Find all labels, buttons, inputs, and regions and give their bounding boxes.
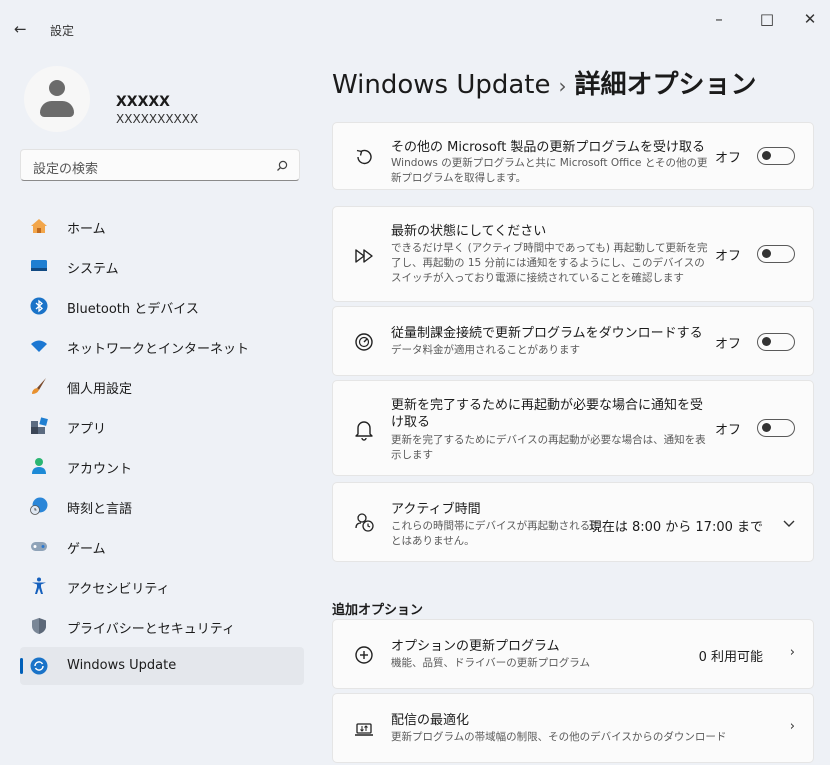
toggle-state-label: オフ — [714, 249, 741, 264]
setting-title: 従量制課金接続で更新プログラムをダウンロードする — [391, 326, 703, 341]
setting-title: 更新を完了するために再起動が必要な場合に通知を受け取る — [391, 398, 704, 430]
chevron-down-icon[interactable] — [783, 520, 795, 528]
setting-up-to-date: 最新の状態にしてください できるだけ早く (アクティブ時間中であっても) 再起動… — [332, 206, 814, 302]
active-hours-icon — [355, 513, 374, 532]
fast-forward-icon — [355, 249, 373, 263]
setting-title: 最新の状態にしてください — [391, 224, 547, 239]
nav-list: ホーム システム Bluetooth とデバイス ネットワークとインターネット — [20, 207, 304, 687]
system-icon — [31, 260, 47, 271]
setting-title: オプションの更新プログラム — [391, 639, 560, 654]
sidebar-item-label: Windows Update — [67, 658, 177, 673]
setting-active-hours[interactable]: アクティブ時間 これらの時間帯にデバイスが再起動されることはありません。 現在は… — [332, 482, 814, 562]
account-icon — [32, 458, 46, 474]
breadcrumb-separator: › — [558, 74, 567, 98]
sidebar-item-label: プライバシーとセキュリティ — [67, 622, 235, 637]
title-bar: ← 設定 – □ ✕ — [0, 0, 830, 52]
sidebar-item-accounts[interactable]: アカウント — [20, 447, 304, 485]
add-circle-icon — [355, 646, 373, 664]
setting-title: その他の Microsoft 製品の更新プログラムを受け取る — [391, 140, 706, 155]
sidebar-item-bluetooth[interactable]: Bluetooth とデバイス — [20, 287, 304, 325]
main-content: Windows Update › 詳細オプション その他の Microsoft 製品… — [332, 52, 818, 765]
sidebar-item-label: 個人用設定 — [67, 382, 133, 397]
optional-updates-card[interactable]: オプションの更新プログラム 機能、品質、ドライバーの更新プログラム 0 利用可能… — [332, 619, 814, 689]
sidebar-item-label: 時刻と言語 — [67, 502, 133, 517]
toggle-state-label: オフ — [714, 337, 741, 352]
section-heading: 追加オプション — [332, 603, 424, 618]
sidebar-item-label: Bluetooth とデバイス — [67, 302, 199, 317]
setting-restart-notify: 更新を完了するために再起動が必要な場合に通知を受け取る 更新を完了するためにデバ… — [332, 380, 814, 476]
apps-icon — [31, 417, 48, 434]
setting-description: 更新を完了するためにデバイスの再起動が必要な場合は、通知を表示します — [391, 434, 706, 461]
available-count: 0 利用可能 — [698, 650, 763, 665]
search-icon — [277, 160, 288, 171]
toggle-state-label: オフ — [714, 151, 741, 166]
sidebar-item-gaming[interactable]: ゲーム — [20, 527, 304, 565]
accessibility-icon — [32, 577, 46, 594]
personalization-icon — [32, 378, 46, 394]
setting-description: 機能、品質、ドライバーの更新プログラム — [391, 657, 590, 669]
windows-update-icon — [30, 657, 48, 675]
setting-title: 配信の最適化 — [391, 713, 470, 728]
sidebar-item-label: システム — [67, 262, 119, 277]
setting-description: 更新プログラムの帯域幅の制限、その他のデバイスからのダウンロード — [391, 731, 727, 743]
gauge-icon — [355, 333, 373, 351]
search-placeholder: 設定の検索 — [33, 162, 99, 177]
sidebar-item-accessibility[interactable]: アクセシビリティ — [20, 567, 304, 605]
close-button[interactable]: ✕ — [795, 10, 825, 28]
delivery-optimization-icon — [355, 723, 373, 736]
back-arrow-icon[interactable]: ← — [14, 20, 27, 38]
bluetooth-icon — [30, 297, 48, 315]
sidebar-item-home[interactable]: ホーム — [20, 207, 304, 245]
sidebar-item-system[interactable]: システム — [20, 247, 304, 285]
sidebar-item-apps[interactable]: アプリ — [20, 407, 304, 445]
time-language-icon — [30, 497, 48, 515]
sidebar-item-label: ゲーム — [67, 542, 106, 557]
refresh-icon — [356, 149, 372, 165]
toggle-state-label: オフ — [714, 423, 741, 438]
sidebar-item-personalization[interactable]: 個人用設定 — [20, 367, 304, 405]
page-title: 詳細オプション — [574, 70, 757, 100]
active-indicator — [20, 658, 23, 674]
setting-description: できるだけ早く (アクティブ時間中であっても) 再起動して更新を完了し、再起動の… — [391, 242, 708, 284]
search-input[interactable]: 設定の検索 — [20, 149, 300, 181]
setting-description: データ料金が適用されることがあります — [391, 344, 580, 356]
sidebar-item-label: ネットワークとインターネット — [67, 342, 250, 357]
up-to-date-toggle[interactable] — [757, 245, 795, 263]
maximize-button[interactable]: □ — [752, 10, 782, 28]
sidebar-item-label: アクセシビリティ — [67, 582, 170, 597]
network-icon — [31, 340, 47, 352]
metered-toggle[interactable] — [757, 333, 795, 351]
home-icon — [31, 219, 47, 233]
user-email: XXXXXXXXXX — [116, 112, 199, 126]
setting-description: これらの時間帯にデバイスが再起動されることはありません。 — [391, 520, 601, 547]
setting-other-products: その他の Microsoft 製品の更新プログラムを受け取る Windows の… — [332, 122, 814, 190]
active-hours-value: 現在は 8:00 から 17:00 まで — [588, 520, 763, 535]
gaming-icon — [31, 542, 47, 551]
chevron-right-icon: › — [789, 719, 795, 734]
sidebar-item-network[interactable]: ネットワークとインターネット — [20, 327, 304, 365]
bell-icon — [355, 421, 373, 441]
sidebar-item-privacy[interactable]: プライバシーとセキュリティ — [20, 607, 304, 645]
privacy-icon — [32, 618, 46, 634]
other-products-toggle[interactable] — [757, 147, 795, 165]
window-title: 設定 — [50, 24, 75, 38]
setting-metered: 従量制課金接続で更新プログラムをダウンロードする データ料金が適用されることがあ… — [332, 306, 814, 376]
minimize-button[interactable]: – — [704, 10, 734, 28]
sidebar-item-windows-update[interactable]: Windows Update — [20, 647, 304, 685]
restart-notify-toggle[interactable] — [757, 419, 795, 437]
sidebar-item-label: アカウント — [67, 462, 133, 477]
sidebar-item-time-language[interactable]: 時刻と言語 — [20, 487, 304, 525]
breadcrumb-parent[interactable]: Windows Update — [332, 70, 551, 100]
chevron-right-icon: › — [789, 645, 795, 660]
avatar — [24, 66, 90, 132]
user-name: XXXXX — [116, 94, 170, 110]
sidebar: XXXXX XXXXXXXXXX 設定の検索 ホーム システム Bluetoot… — [0, 52, 312, 765]
setting-description: Windows の更新プログラムと共に Microsoft Office とその… — [391, 157, 708, 184]
sidebar-item-label: ホーム — [67, 222, 106, 237]
delivery-optimization-card[interactable]: 配信の最適化 更新プログラムの帯域幅の制限、その他のデバイスからのダウンロード … — [332, 693, 814, 763]
breadcrumb: Windows Update › 詳細オプション — [332, 64, 757, 101]
sidebar-item-label: アプリ — [67, 422, 107, 437]
user-profile[interactable]: XXXXX XXXXXXXXXX — [20, 66, 300, 136]
